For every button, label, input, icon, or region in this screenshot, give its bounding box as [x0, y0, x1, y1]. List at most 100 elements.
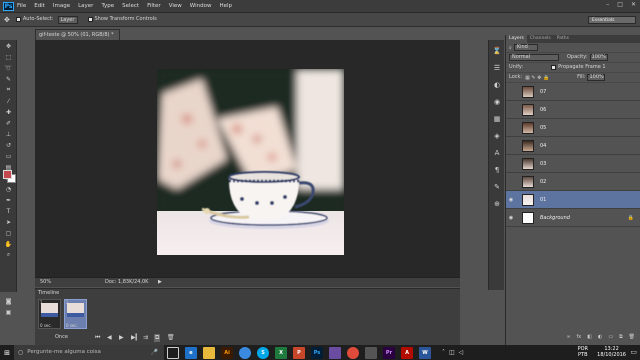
volume-icon[interactable]: ◁ [459, 349, 464, 356]
word-icon[interactable]: W [419, 346, 431, 359]
frame-delay[interactable]: 0 sec. [40, 324, 52, 328]
healing-tool-icon[interactable]: ✚ [2, 107, 15, 117]
quick-select-tool-icon[interactable]: ✎ [2, 74, 15, 84]
layer-row[interactable]: 02 [506, 173, 640, 191]
menu-type[interactable]: Type [101, 3, 114, 9]
link-layers-icon[interactable]: ∞ [566, 334, 570, 343]
next-frame-icon[interactable]: ▶▎ [131, 334, 140, 341]
adjustment-layer-icon[interactable]: ◐ [598, 334, 602, 343]
layer-name[interactable]: 06 [540, 107, 546, 113]
duplicate-frame-icon[interactable]: ⧉ [154, 334, 161, 342]
task-view-icon[interactable] [167, 346, 179, 359]
pen-tool-icon[interactable]: ✒ [2, 195, 15, 205]
path-select-tool-icon[interactable]: ➤ [2, 217, 15, 227]
minimize-icon[interactable]: – [606, 1, 609, 8]
menu-edit[interactable]: Edit [34, 3, 45, 9]
frame-delay[interactable]: 0 sec. [66, 324, 78, 328]
eye-icon[interactable]: ◉ [506, 215, 516, 221]
opacity-field[interactable]: 100% [589, 54, 608, 61]
lasso-tool-icon[interactable]: ➰ [2, 63, 15, 73]
timeline-title[interactable]: Timeline [38, 291, 59, 296]
menu-image[interactable]: Image [53, 3, 70, 9]
layer-row[interactable]: ◉ Background 🔒 [506, 209, 640, 227]
layer-name[interactable]: 02 [540, 179, 546, 185]
clock[interactable]: 13:22 18/10/2016 [597, 347, 626, 358]
prev-frame-icon[interactable]: ◀ [107, 334, 112, 341]
lock-icons[interactable]: ▦ ✎ ✥ 🔒 [525, 75, 567, 81]
propagate-checkbox[interactable] [551, 65, 557, 70]
transform-controls-checkbox[interactable] [87, 17, 93, 22]
google-chrome-icon[interactable] [347, 346, 359, 359]
crop-tool-icon[interactable]: ⌗ [2, 85, 15, 95]
delete-frame-icon[interactable]: 🗑 [167, 334, 175, 341]
start-icon[interactable]: ⊞ [0, 345, 14, 360]
first-frame-icon[interactable]: ⏮ [95, 334, 100, 342]
layer-name[interactable]: 04 [540, 143, 546, 149]
align-buttons[interactable] [166, 15, 237, 24]
eye-icon[interactable]: ◉ [506, 197, 516, 203]
store-icon[interactable] [365, 346, 377, 359]
timeline-frame[interactable]: 1 0 sec. [38, 299, 61, 329]
menu-help[interactable]: Help [219, 3, 232, 9]
type-tool-icon[interactable]: T [2, 206, 15, 216]
auto-select-dropdown[interactable]: Layer [57, 15, 78, 24]
microphone-icon[interactable]: 🎤 [151, 349, 158, 356]
layer-name[interactable]: Background [540, 215, 570, 221]
language-indicator[interactable]: POR PTB [578, 347, 588, 358]
layer-row[interactable]: 07 [506, 83, 640, 101]
menu-filter[interactable]: Filter [147, 3, 161, 9]
brushes-icon[interactable]: ✎ [491, 181, 503, 193]
menu-file[interactable]: File [17, 3, 26, 9]
styles-icon[interactable]: ◈ [491, 130, 503, 142]
marquee-tool-icon[interactable]: ⬚ [2, 52, 15, 62]
dodge-tool-icon[interactable]: ◔ [2, 184, 15, 194]
loop-options-dropdown[interactable]: Once [55, 335, 68, 340]
play-icon[interactable]: ▶ [119, 334, 124, 341]
delete-layer-icon[interactable]: 🗑 [629, 334, 635, 343]
new-group-icon[interactable]: ▭ [608, 334, 613, 343]
character-icon[interactable]: A [491, 147, 503, 159]
foreground-color-swatch[interactable] [3, 170, 12, 179]
workspace-dropdown[interactable]: Essentials [588, 16, 636, 24]
tab-layers[interactable]: Layers [506, 35, 527, 43]
menu-layer[interactable]: Layer [78, 3, 93, 9]
menu-view[interactable]: View [169, 3, 182, 9]
photoshop-taskbar-icon[interactable]: Ps [311, 346, 323, 359]
add-mask-icon[interactable]: ◧ [587, 334, 592, 343]
swatches-icon[interactable]: ▦ [491, 113, 503, 125]
layer-row[interactable]: 05 [506, 119, 640, 137]
layer-style-icon[interactable]: fx [576, 334, 581, 343]
tab-paths[interactable]: Paths [554, 35, 572, 43]
menu-select[interactable]: Select [122, 3, 139, 9]
excel-icon[interactable]: X [275, 346, 287, 359]
maximize-icon[interactable]: □ [617, 1, 623, 8]
illustrator-icon[interactable]: Ai [221, 346, 233, 359]
move-tool-icon[interactable]: ✥ [4, 16, 10, 24]
screen-mode-icon[interactable]: ▣ [2, 307, 15, 317]
move-tool-icon[interactable]: ✥ [2, 41, 15, 51]
adjustments-icon[interactable]: ◐ [491, 79, 503, 91]
close-icon[interactable]: ✕ [631, 1, 636, 8]
menu-window[interactable]: Window [190, 3, 212, 9]
history-brush-icon[interactable]: ↺ [2, 140, 15, 150]
layer-row[interactable]: 03 [506, 155, 640, 173]
edge-icon[interactable]: e [185, 346, 197, 359]
color-icon[interactable]: ◉ [491, 96, 503, 108]
tab-channels[interactable]: Channels [527, 35, 554, 43]
acrobat-icon[interactable]: A [401, 346, 413, 359]
auto-select-checkbox[interactable] [15, 17, 21, 22]
search-field[interactable]: ○ Pergunte-me alguma coisa 🎤 [14, 345, 164, 360]
clone-source-icon[interactable]: ⊕ [491, 198, 503, 210]
timeline-frame[interactable]: 2 0 sec. [64, 299, 87, 329]
layer-name[interactable]: 01 [540, 197, 546, 203]
brush-tool-icon[interactable]: ✐ [2, 118, 15, 128]
eyedropper-tool-icon[interactable]: ⁄ [2, 96, 15, 106]
document-tab[interactable]: gif-teste @ 50% (01, RGB/8) * [35, 29, 120, 40]
premiere-icon[interactable]: Pr [383, 346, 395, 359]
skype-icon[interactable]: S [257, 346, 269, 359]
fill-field[interactable]: 100% [587, 74, 606, 81]
properties-icon[interactable]: ☰ [491, 62, 503, 74]
notifications-icon[interactable]: ▭ [630, 348, 637, 356]
hand-tool-icon[interactable]: ✋ [2, 239, 15, 249]
status-menu-arrow-icon[interactable]: ▶ [158, 280, 162, 285]
